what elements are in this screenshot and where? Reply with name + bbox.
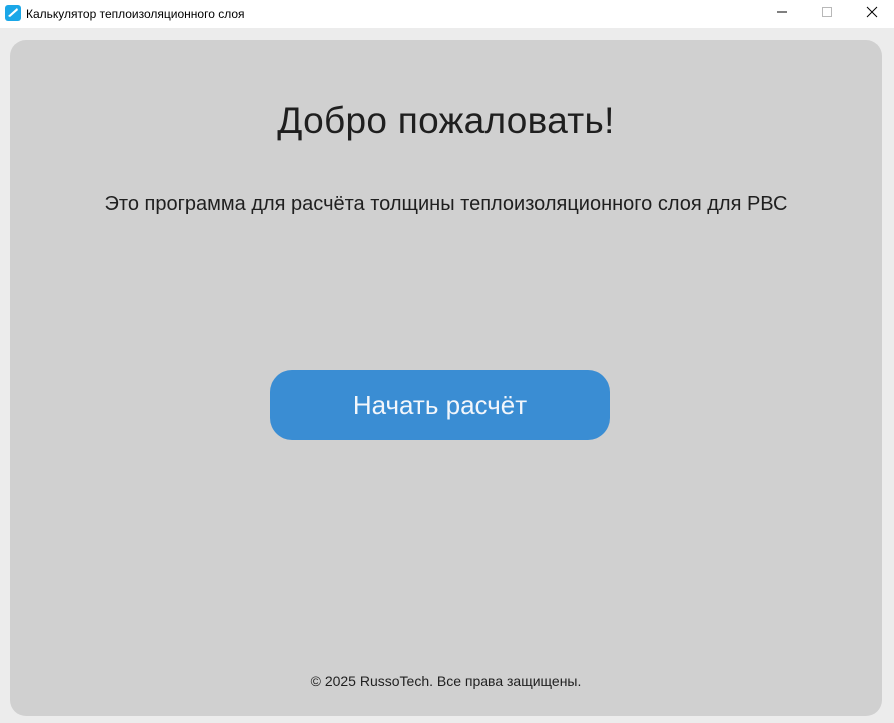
- maximize-button[interactable]: [804, 0, 850, 28]
- app-window: Калькулятор теплоизоляционного слоя Добр…: [0, 0, 894, 723]
- window-title: Калькулятор теплоизоляционного слоя: [26, 7, 245, 21]
- minimize-button[interactable]: [759, 0, 805, 28]
- close-icon: [866, 5, 878, 23]
- main-panel: Добро пожаловать! Это программа для расч…: [10, 40, 882, 716]
- maximize-icon: [821, 5, 833, 23]
- start-calculation-label: Начать расчёт: [352, 389, 528, 420]
- title-bar[interactable]: Калькулятор теплоизоляционного слоя: [0, 0, 894, 28]
- close-button[interactable]: [849, 0, 894, 28]
- footer-copyright: © 2025 RussoTech. Все права защищены.: [310, 673, 582, 689]
- minimize-icon: [776, 5, 788, 23]
- page-title: Добро пожаловать!: [277, 100, 615, 141]
- app-icon: [5, 5, 21, 21]
- description-text: Это программа для расчёта толщины теплои…: [104, 193, 788, 215]
- start-calculation-button[interactable]: Начать расчёт: [270, 370, 610, 440]
